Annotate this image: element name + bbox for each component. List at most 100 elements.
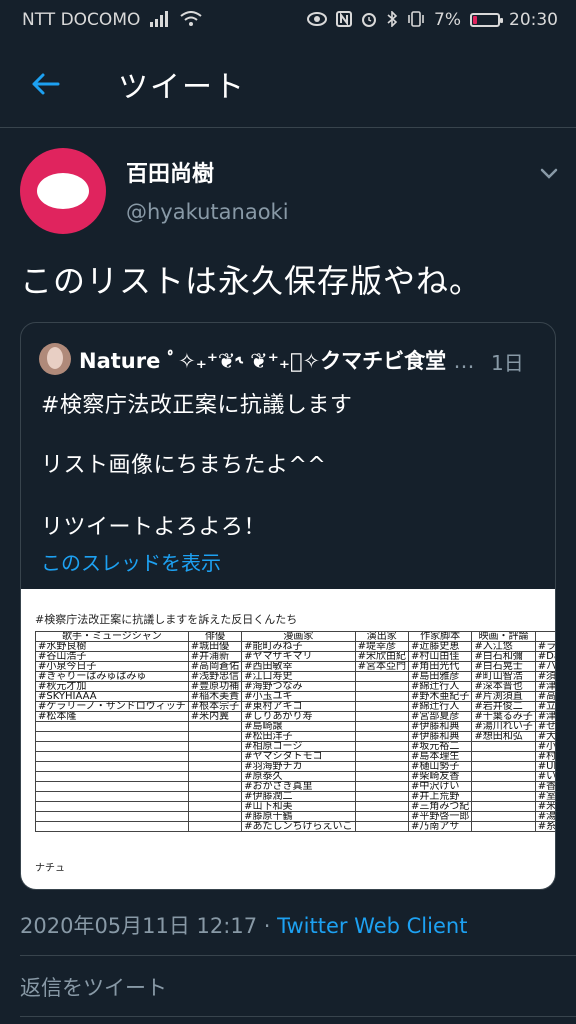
table-cell [471, 791, 536, 802]
table-cell [187, 781, 243, 792]
table-cell [471, 771, 536, 782]
table-cell [187, 791, 243, 802]
table-cell [35, 721, 189, 732]
table-cell [471, 801, 536, 812]
table-cell: #岩井俊二 [471, 701, 536, 712]
table-cell [354, 741, 409, 752]
quoted-name-ellipsis: … [453, 349, 475, 373]
divider [20, 955, 576, 956]
table-cell [354, 781, 409, 792]
table-cell [354, 671, 409, 682]
table-cell: #柴崎友香 [407, 771, 473, 782]
table-cell [471, 751, 536, 762]
table-cell: #宮本亞門 [354, 661, 409, 672]
table-cell [35, 811, 189, 822]
table-header-cell: 漫画家 [241, 631, 356, 642]
table-cell: #綿辻行人 [407, 701, 473, 712]
table-cell: #三角みづ紀 [407, 801, 473, 812]
wifi-icon [180, 10, 202, 30]
table-cell [354, 721, 409, 732]
table-cell [35, 741, 189, 752]
show-thread-link[interactable]: このスレッドを表示 [41, 547, 221, 576]
table-cell: #秋元才加 [35, 681, 189, 692]
bluetooth-icon [386, 9, 398, 30]
table-cell [187, 771, 243, 782]
table-cell: #小島 [534, 741, 555, 752]
table-cell [187, 821, 243, 832]
table-cell [354, 681, 409, 692]
table-cell: #片渕須直 [471, 691, 536, 702]
table-cell: #湯川れい子 [471, 721, 536, 732]
table-cell: #入江悠 [471, 641, 536, 652]
table-row: #松本隆#米内翼#しりあがり寿 #宮部夏彦#千葉るみ子#津田 [35, 711, 555, 722]
table-row: #ケラリーノ・サンドロヴィッチ#根本宗子#東村アキコ #綿辻行人#岩井俊二#立川 [35, 701, 555, 712]
reply-input[interactable]: 返信をツイート [20, 972, 167, 1002]
author-handle[interactable]: @hyakutanaoki [126, 200, 289, 224]
table-cell: #米内翼 [187, 711, 243, 722]
table-cell: #いとう [534, 771, 555, 782]
table-cell: #ハマカ [534, 661, 555, 672]
table-cell: #町山智浩 [471, 671, 536, 682]
table-cell: #能町みね子 [241, 641, 356, 652]
tweet-menu-button[interactable] [536, 160, 562, 186]
table-cell: #島崎譲 [241, 721, 356, 732]
table-cell: #海野つなみ [241, 681, 356, 692]
table-cell [187, 751, 243, 762]
table-cell [35, 751, 189, 762]
vibrate-icon [407, 10, 425, 30]
table-cell: #井浦新 [187, 651, 243, 662]
table-cell [354, 801, 409, 812]
table-cell: #東村アキコ [241, 701, 356, 712]
table-cell: #原泰久 [241, 771, 356, 782]
table-cell: #綿辻行人 [407, 681, 473, 692]
back-button[interactable] [0, 40, 90, 128]
image-title: #検察庁法改正案に抗議しますを訴えた反日くんたち [35, 613, 298, 626]
table-cell [354, 701, 409, 712]
table-header-cell [534, 631, 555, 642]
table-cell: #千葉るみ子 [471, 711, 536, 722]
author-avatar[interactable] [20, 148, 106, 234]
table-cell [187, 721, 243, 732]
table-cell: #米山 [534, 801, 555, 812]
table-cell: #伊藤和典 [407, 731, 473, 742]
table-row: #原泰久 #柴崎友香 #いとう [35, 771, 555, 782]
list-table: 歌手・ミュージシャン 俳優 漫画家 演出家 作家脚本 映画・評論 #水野良樹 #城田優 #能町… [35, 631, 555, 832]
table-header-cell: 映画・評論 [471, 631, 536, 642]
page-title: ツイート [118, 69, 246, 105]
table-cell [35, 781, 189, 792]
table-cell: #羽海野チカ [241, 761, 356, 772]
table-row: #水野良樹#城田優#能町みね子#堤幸彦#近藤史恵#入江悠#ラサール [35, 641, 555, 652]
table-cell: #須藤 [534, 671, 555, 682]
table-cell [187, 801, 243, 812]
table-row: #藤原千鶴 #平野啓一郎 #湯浅 [35, 811, 555, 822]
table-cell: #山下和美 [241, 801, 356, 812]
quoted-tweet[interactable]: Nature ﾟ✧₊⁺❦˞ ❦⁺₊ﾟ✧クマチビ食堂 … 1日 #検察庁法改正案に… [20, 322, 556, 890]
table-cell [35, 791, 189, 802]
table-row: #SKYHIAAA#稲木美貴#小玉ユキ #野木亜紀子#片渕須直#高田 [35, 691, 555, 702]
table-cell [187, 731, 243, 742]
quoted-text-line: リスト画像にちまちたよ^^ [41, 453, 327, 478]
table-cell [354, 771, 409, 782]
table-cell: #平野啓一郎 [407, 811, 473, 822]
table-header-cell: 歌手・ミュージシャン [35, 631, 189, 642]
eye-icon [307, 11, 328, 29]
table-cell: #根本宗子 [187, 701, 243, 712]
table-cell: #松本隆 [35, 711, 189, 722]
table-cell: #谷山浩子 [35, 651, 189, 662]
tweet-client-link[interactable]: Twitter Web Client [277, 914, 467, 938]
table-cell: #島本理生 [407, 751, 473, 762]
quoted-media-image[interactable]: #検察庁法改正案に抗議しますを訴えた反日くんたち 歌手・ミュージシャン 俳優 漫画家… [21, 589, 555, 889]
table-cell [35, 771, 189, 782]
back-arrow-icon [32, 73, 60, 94]
table-row: #島崎譲 #伊藤和典#湯川れい子#せや [35, 721, 555, 732]
image-footer: ナチュ [35, 863, 65, 874]
signal-icon [150, 10, 170, 30]
battery-percent: 7% [434, 10, 461, 30]
table-cell [187, 761, 243, 772]
divider [20, 1016, 576, 1017]
quoted-text-line: #検察庁法改正案に抗議します [41, 393, 353, 418]
nfc-icon [336, 10, 353, 30]
table-cell [354, 691, 409, 702]
table-cell: #樋山勢子 [407, 761, 473, 772]
author-name[interactable]: 百田尚樹 [126, 156, 214, 188]
